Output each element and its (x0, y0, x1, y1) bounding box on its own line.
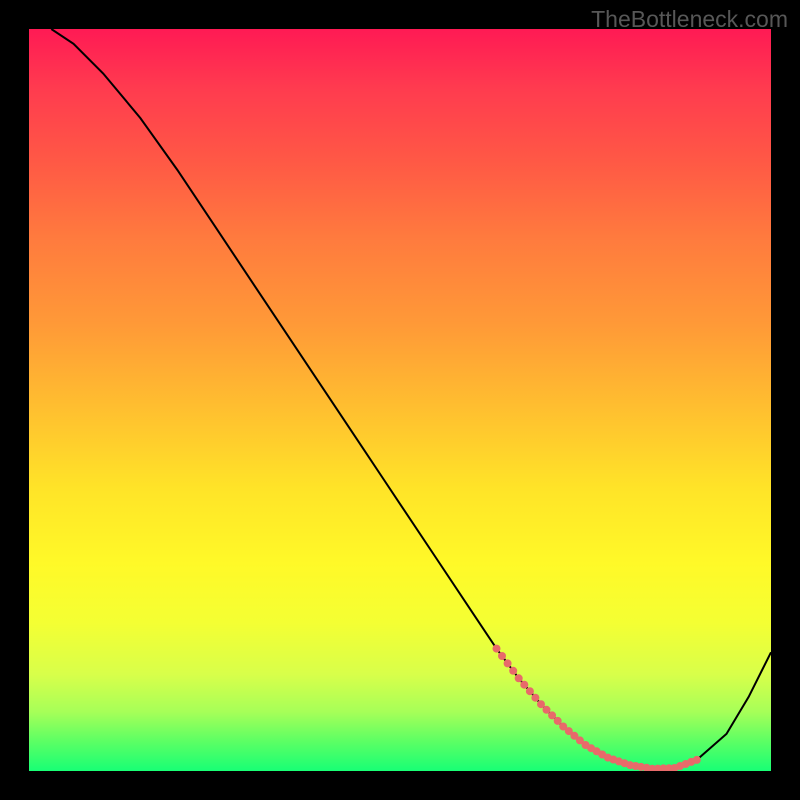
chart-gradient-background (29, 29, 771, 771)
watermark-text: TheBottleneck.com (591, 6, 788, 33)
